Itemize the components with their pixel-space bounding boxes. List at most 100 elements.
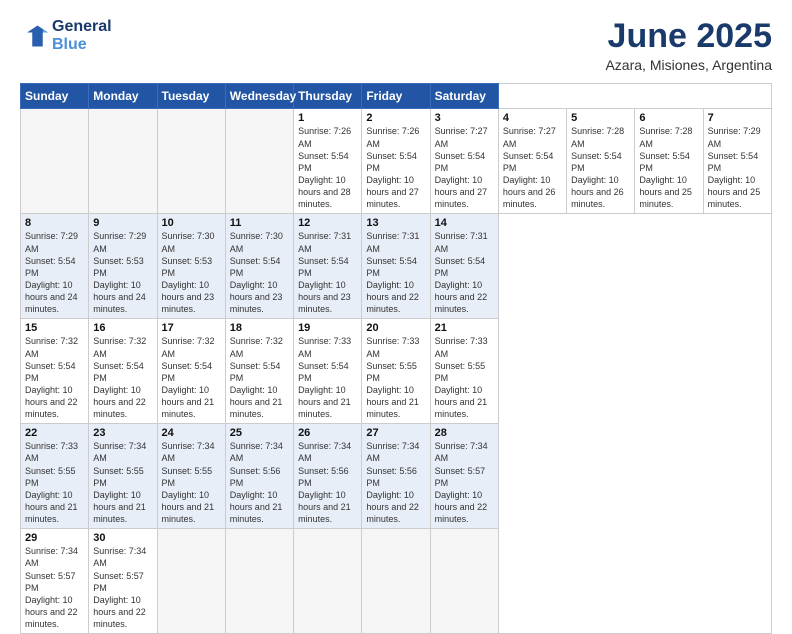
logo-line2: Blue [52,36,112,54]
header: General Blue June 2025 Azara, Misiones, … [20,18,772,73]
day-info: Sunrise: 7:32 AMSunset: 5:54 PMDaylight:… [230,335,289,420]
table-cell: 3Sunrise: 7:27 AMSunset: 5:54 PMDaylight… [430,109,498,214]
day-number: 19 [298,322,357,334]
day-number: 10 [162,217,221,229]
title-block: June 2025 Azara, Misiones, Argentina [605,18,772,73]
day-info: Sunrise: 7:34 AMSunset: 5:56 PMDaylight:… [298,440,357,525]
table-cell: 24Sunrise: 7:34 AMSunset: 5:55 PMDayligh… [157,424,225,529]
day-info: Sunrise: 7:34 AMSunset: 5:57 PMDaylight:… [435,440,494,525]
day-info: Sunrise: 7:28 AMSunset: 5:54 PMDaylight:… [639,125,698,210]
day-info: Sunrise: 7:34 AMSunset: 5:56 PMDaylight:… [230,440,289,525]
table-cell: 26Sunrise: 7:34 AMSunset: 5:56 PMDayligh… [294,424,362,529]
day-info: Sunrise: 7:26 AMSunset: 5:54 PMDaylight:… [298,125,357,210]
day-number: 9 [93,217,152,229]
table-cell: 29Sunrise: 7:34 AMSunset: 5:57 PMDayligh… [21,529,89,634]
day-info: Sunrise: 7:27 AMSunset: 5:54 PMDaylight:… [503,125,562,210]
table-cell: 23Sunrise: 7:34 AMSunset: 5:55 PMDayligh… [89,424,157,529]
calendar-header: Sunday Monday Tuesday Wednesday Thursday… [21,84,772,109]
day-number: 3 [435,112,494,124]
logo-line1: General [52,18,112,36]
day-info: Sunrise: 7:28 AMSunset: 5:54 PMDaylight:… [571,125,630,210]
table-cell [362,529,430,634]
day-info: Sunrise: 7:34 AMSunset: 5:57 PMDaylight:… [93,545,152,630]
table-cell: 1Sunrise: 7:26 AMSunset: 5:54 PMDaylight… [294,109,362,214]
col-saturday: Saturday [430,84,498,109]
table-cell [294,529,362,634]
calendar-row: 15Sunrise: 7:32 AMSunset: 5:54 PMDayligh… [21,319,772,424]
day-number: 13 [366,217,425,229]
day-number: 7 [708,112,767,124]
day-number: 5 [571,112,630,124]
day-number: 30 [93,532,152,544]
table-cell: 20Sunrise: 7:33 AMSunset: 5:55 PMDayligh… [362,319,430,424]
day-number: 2 [366,112,425,124]
header-row: Sunday Monday Tuesday Wednesday Thursday… [21,84,772,109]
calendar-row: 1Sunrise: 7:26 AMSunset: 5:54 PMDaylight… [21,109,772,214]
day-number: 6 [639,112,698,124]
day-number: 12 [298,217,357,229]
table-cell: 18Sunrise: 7:32 AMSunset: 5:54 PMDayligh… [225,319,293,424]
table-cell: 16Sunrise: 7:32 AMSunset: 5:54 PMDayligh… [89,319,157,424]
day-number: 24 [162,427,221,439]
table-cell: 5Sunrise: 7:28 AMSunset: 5:54 PMDaylight… [567,109,635,214]
table-cell [225,109,293,214]
day-number: 4 [503,112,562,124]
day-info: Sunrise: 7:33 AMSunset: 5:55 PMDaylight:… [435,335,494,420]
day-number: 11 [230,217,289,229]
table-cell: 17Sunrise: 7:32 AMSunset: 5:54 PMDayligh… [157,319,225,424]
day-info: Sunrise: 7:34 AMSunset: 5:55 PMDaylight:… [162,440,221,525]
table-cell: 7Sunrise: 7:29 AMSunset: 5:54 PMDaylight… [703,109,771,214]
table-cell: 27Sunrise: 7:34 AMSunset: 5:56 PMDayligh… [362,424,430,529]
day-number: 21 [435,322,494,334]
day-number: 14 [435,217,494,229]
table-cell: 14Sunrise: 7:31 AMSunset: 5:54 PMDayligh… [430,214,498,319]
day-number: 25 [230,427,289,439]
table-cell: 6Sunrise: 7:28 AMSunset: 5:54 PMDaylight… [635,109,703,214]
day-number: 15 [25,322,84,334]
table-cell: 21Sunrise: 7:33 AMSunset: 5:55 PMDayligh… [430,319,498,424]
day-info: Sunrise: 7:32 AMSunset: 5:54 PMDaylight:… [162,335,221,420]
day-info: Sunrise: 7:34 AMSunset: 5:55 PMDaylight:… [93,440,152,525]
day-number: 28 [435,427,494,439]
table-cell: 11Sunrise: 7:30 AMSunset: 5:54 PMDayligh… [225,214,293,319]
day-info: Sunrise: 7:31 AMSunset: 5:54 PMDaylight:… [366,230,425,315]
calendar-row: 22Sunrise: 7:33 AMSunset: 5:55 PMDayligh… [21,424,772,529]
col-monday: Monday [89,84,157,109]
day-info: Sunrise: 7:31 AMSunset: 5:54 PMDaylight:… [298,230,357,315]
day-info: Sunrise: 7:32 AMSunset: 5:54 PMDaylight:… [25,335,84,420]
table-cell: 4Sunrise: 7:27 AMSunset: 5:54 PMDaylight… [498,109,566,214]
logo: General Blue [20,18,112,55]
table-cell: 12Sunrise: 7:31 AMSunset: 5:54 PMDayligh… [294,214,362,319]
main-title: June 2025 [605,18,772,55]
table-cell [157,529,225,634]
day-info: Sunrise: 7:30 AMSunset: 5:54 PMDaylight:… [230,230,289,315]
table-cell: 15Sunrise: 7:32 AMSunset: 5:54 PMDayligh… [21,319,89,424]
col-sunday: Sunday [21,84,89,109]
table-cell: 8Sunrise: 7:29 AMSunset: 5:54 PMDaylight… [21,214,89,319]
logo-icon [20,22,48,50]
col-thursday: Thursday [294,84,362,109]
calendar-row: 8Sunrise: 7:29 AMSunset: 5:54 PMDaylight… [21,214,772,319]
day-info: Sunrise: 7:31 AMSunset: 5:54 PMDaylight:… [435,230,494,315]
day-info: Sunrise: 7:26 AMSunset: 5:54 PMDaylight:… [366,125,425,210]
day-number: 18 [230,322,289,334]
table-cell: 2Sunrise: 7:26 AMSunset: 5:54 PMDaylight… [362,109,430,214]
day-info: Sunrise: 7:33 AMSunset: 5:54 PMDaylight:… [298,335,357,420]
day-info: Sunrise: 7:33 AMSunset: 5:55 PMDaylight:… [366,335,425,420]
table-cell: 19Sunrise: 7:33 AMSunset: 5:54 PMDayligh… [294,319,362,424]
table-cell: 9Sunrise: 7:29 AMSunset: 5:53 PMDaylight… [89,214,157,319]
day-info: Sunrise: 7:33 AMSunset: 5:55 PMDaylight:… [25,440,84,525]
day-number: 23 [93,427,152,439]
day-info: Sunrise: 7:30 AMSunset: 5:53 PMDaylight:… [162,230,221,315]
day-number: 22 [25,427,84,439]
table-cell: 13Sunrise: 7:31 AMSunset: 5:54 PMDayligh… [362,214,430,319]
table-cell [225,529,293,634]
table-cell [21,109,89,214]
day-number: 27 [366,427,425,439]
day-number: 16 [93,322,152,334]
day-number: 8 [25,217,84,229]
day-info: Sunrise: 7:27 AMSunset: 5:54 PMDaylight:… [435,125,494,210]
calendar-table: Sunday Monday Tuesday Wednesday Thursday… [20,83,772,634]
day-number: 1 [298,112,357,124]
table-cell: 28Sunrise: 7:34 AMSunset: 5:57 PMDayligh… [430,424,498,529]
